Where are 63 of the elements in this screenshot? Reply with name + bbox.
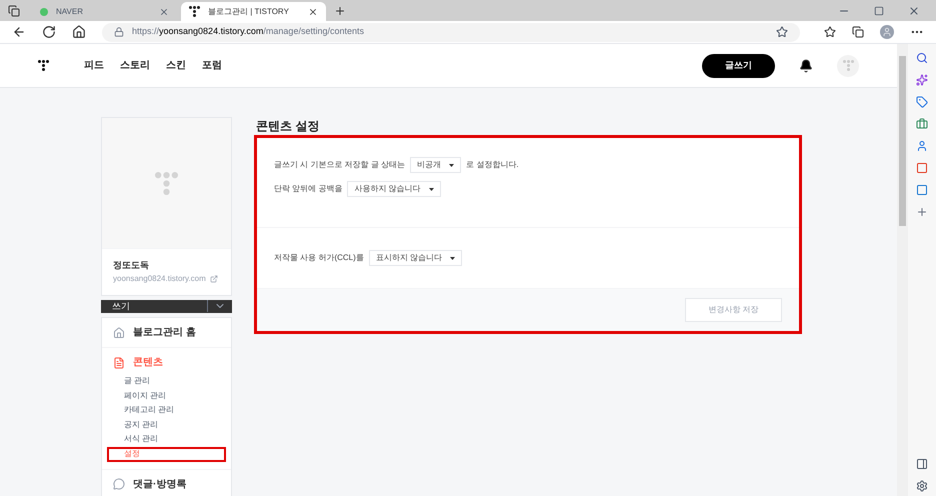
site-icon	[40, 8, 48, 16]
person-icon[interactable]	[916, 140, 928, 152]
write-label: 쓰기	[111, 300, 131, 312]
blog-name: 정또도독	[113, 259, 150, 272]
menu-item[interactable]: 페이지 관리	[107, 388, 226, 404]
setting-suffix: 로 설정합니다.	[466, 159, 519, 171]
nav-link[interactable]: 스킨	[166, 58, 186, 73]
scrollbar[interactable]	[897, 44, 908, 496]
add-icon[interactable]	[916, 206, 928, 218]
external-link-icon	[210, 274, 218, 282]
home-icon[interactable]	[72, 25, 86, 39]
dropdown[interactable]: 표시하지 않습니다	[368, 250, 462, 266]
caret-icon	[428, 188, 434, 190]
browser-tab[interactable]: NAVER	[32, 2, 177, 21]
tistory-logo-icon	[38, 60, 49, 71]
setting-label: 글쓰기 시 기본으로 저장할 글 상태는	[274, 159, 406, 171]
browser-tab[interactable]: 블로그관리 | TISTORY	[181, 2, 326, 21]
dropdown[interactable]: 사용하지 않습니다	[347, 181, 441, 197]
setting-label: 저작물 사용 허가(CCL)를	[274, 252, 364, 264]
home-icon	[113, 326, 125, 338]
bell-icon[interactable]	[799, 58, 813, 72]
back-icon[interactable]	[12, 25, 26, 39]
caret-icon	[449, 164, 454, 166]
setting-label: 단락 앞뒤에 공백을	[274, 183, 342, 195]
sparkle-icon[interactable]	[916, 74, 928, 86]
url-text: https://yoonsang0824.tistory.com/manage/setting/contents	[132, 25, 364, 38]
menu-section[interactable]: 블로그관리 홈	[113, 325, 220, 340]
site-icon	[189, 6, 200, 17]
nav-link[interactable]: 스토리	[120, 58, 150, 73]
tab-title: NAVER	[56, 6, 84, 18]
collections-icon[interactable]	[852, 26, 864, 38]
nav-link[interactable]: 피드	[84, 58, 104, 73]
close-icon[interactable]	[308, 6, 318, 16]
menu-item[interactable]: 글 관리	[107, 374, 226, 389]
page-title: 콘텐츠 설정	[256, 118, 320, 135]
nav-link[interactable]: 포럼	[202, 58, 222, 73]
tab-title: 블로그관리 | TISTORY	[208, 6, 290, 18]
lock-icon	[114, 27, 124, 37]
menu-section[interactable]: 댓글·방명록	[113, 476, 220, 492]
sidebar-toggle-icon[interactable]	[916, 458, 928, 470]
avatar-logo-icon	[842, 60, 854, 71]
document-icon	[113, 356, 125, 368]
speech-bubble-icon	[113, 478, 125, 490]
caret-icon	[450, 256, 456, 260]
reload-icon[interactable]	[42, 25, 56, 39]
tag-icon[interactable]	[916, 96, 928, 108]
menu-item[interactable]: 서식 관리	[107, 432, 226, 447]
address-bar[interactable]: https://yoonsang0824.tistory.com/manage/setting/contents	[102, 22, 800, 42]
settings-icon[interactable]	[916, 480, 928, 492]
menu-item[interactable]: 공지 관리	[107, 418, 226, 432]
dropdown[interactable]: 비공개	[410, 157, 462, 173]
restore-icon[interactable]	[874, 6, 884, 16]
search-icon[interactable]	[916, 52, 928, 64]
write-button[interactable]: 글쓰기	[702, 54, 775, 78]
write-menu[interactable]: 쓰기	[101, 300, 232, 313]
new-tab-icon[interactable]	[334, 5, 346, 17]
tab-actions-icon[interactable]	[8, 4, 20, 16]
favorites-icon[interactable]	[824, 26, 836, 38]
briefcase-icon[interactable]	[916, 118, 928, 130]
favorite-icon[interactable]	[776, 26, 788, 38]
avatar-icon[interactable]	[880, 25, 894, 39]
blog-logo-icon	[155, 172, 178, 194]
menu-item[interactable]: 카테고리 관리	[107, 403, 226, 418]
